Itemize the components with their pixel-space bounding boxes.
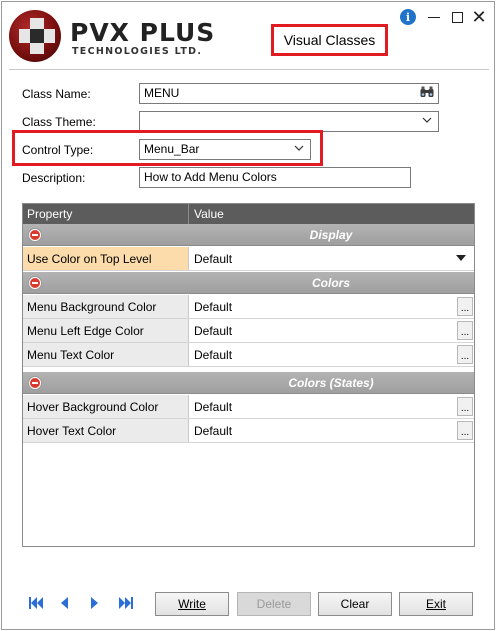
delete-button: Delete bbox=[237, 592, 311, 616]
dropdown-arrow-icon[interactable] bbox=[456, 255, 466, 261]
window-title: Visual Classes bbox=[271, 24, 388, 56]
header-divider bbox=[9, 69, 489, 70]
previous-record-icon[interactable] bbox=[60, 597, 68, 612]
class-theme-select[interactable] bbox=[139, 111, 439, 132]
property-name: Hover Background Color bbox=[23, 395, 189, 418]
minimize-button[interactable] bbox=[424, 7, 444, 27]
close-button[interactable]: ✕ bbox=[469, 7, 489, 28]
visual-classes-window: PVX PLUS TECHNOLOGIES LTD. Visual Classe… bbox=[1, 1, 495, 630]
last-record-icon[interactable] bbox=[119, 597, 133, 612]
brand-name: PVX PLUS bbox=[70, 18, 216, 47]
next-record-icon[interactable] bbox=[91, 597, 99, 612]
clear-button[interactable]: Clear bbox=[318, 592, 392, 616]
column-header-value: Value bbox=[194, 207, 224, 221]
property-value: Default bbox=[194, 424, 233, 438]
property-name: Menu Left Edge Color bbox=[23, 319, 189, 342]
property-row-hover-text-color[interactable]: Hover Text Color Default ... bbox=[23, 419, 474, 443]
description-field[interactable]: How to Add Menu Colors bbox=[139, 167, 411, 188]
ellipsis-button[interactable]: ... bbox=[457, 421, 473, 440]
property-value: Default bbox=[194, 252, 233, 266]
category-label: Colors (States) bbox=[288, 376, 374, 390]
minimize-icon bbox=[428, 16, 440, 18]
control-type-label: Control Type: bbox=[22, 143, 94, 157]
category-colors-states[interactable]: Colors (States) bbox=[23, 372, 474, 394]
info-icon[interactable]: i bbox=[400, 9, 416, 25]
ellipsis-button[interactable]: ... bbox=[457, 321, 473, 340]
class-name-field[interactable]: MENU bbox=[139, 83, 439, 104]
grid-header: Property Value bbox=[23, 204, 474, 224]
category-label: Display bbox=[309, 228, 353, 242]
property-value: Default bbox=[194, 300, 233, 314]
pvx-logo-icon bbox=[9, 10, 61, 62]
brand-subtitle: TECHNOLOGIES LTD. bbox=[72, 46, 203, 57]
maximize-button[interactable] bbox=[447, 7, 467, 27]
class-theme-label: Class Theme: bbox=[22, 115, 96, 129]
property-name: Use Color on Top Level bbox=[23, 247, 189, 270]
description-label: Description: bbox=[22, 171, 86, 185]
property-row-use-color-top-level[interactable]: Use Color on Top Level Default bbox=[23, 247, 474, 271]
category-colors[interactable]: Colors bbox=[23, 272, 474, 294]
property-value: Default bbox=[194, 324, 233, 338]
category-label: Colors bbox=[311, 276, 350, 290]
category-display[interactable]: Display bbox=[23, 224, 474, 246]
ellipsis-button[interactable]: ... bbox=[457, 297, 473, 316]
class-name-value: MENU bbox=[144, 86, 180, 100]
ellipsis-button[interactable]: ... bbox=[457, 345, 473, 364]
property-row-menu-left-edge-color[interactable]: Menu Left Edge Color Default ... bbox=[23, 319, 474, 343]
property-row-hover-background-color[interactable]: Hover Background Color Default ... bbox=[23, 395, 474, 419]
first-record-icon[interactable] bbox=[29, 597, 43, 612]
property-row-menu-background-color[interactable]: Menu Background Color Default ... bbox=[23, 295, 474, 319]
property-name: Menu Text Color bbox=[23, 343, 189, 366]
description-value: How to Add Menu Colors bbox=[144, 170, 277, 184]
chevron-down-icon bbox=[422, 113, 432, 132]
chevron-down-icon bbox=[294, 141, 304, 160]
maximize-icon bbox=[451, 11, 463, 23]
control-type-value: Menu_Bar bbox=[144, 142, 200, 156]
control-type-select[interactable]: Menu_Bar bbox=[139, 139, 311, 160]
property-row-menu-text-color[interactable]: Menu Text Color Default ... bbox=[23, 343, 474, 367]
write-button[interactable]: Write bbox=[155, 592, 229, 616]
exit-button[interactable]: Exit bbox=[399, 592, 473, 616]
column-header-property: Property bbox=[27, 207, 73, 221]
binoculars-icon[interactable] bbox=[420, 86, 434, 102]
property-name: Hover Text Color bbox=[23, 419, 189, 442]
ellipsis-button[interactable]: ... bbox=[457, 397, 473, 416]
property-value: Default bbox=[194, 400, 233, 414]
property-grid: Property Value Display Use Color on Top … bbox=[22, 203, 475, 547]
class-name-label: Class Name: bbox=[22, 87, 91, 101]
property-name: Menu Background Color bbox=[23, 295, 189, 318]
property-value: Default bbox=[194, 348, 233, 362]
